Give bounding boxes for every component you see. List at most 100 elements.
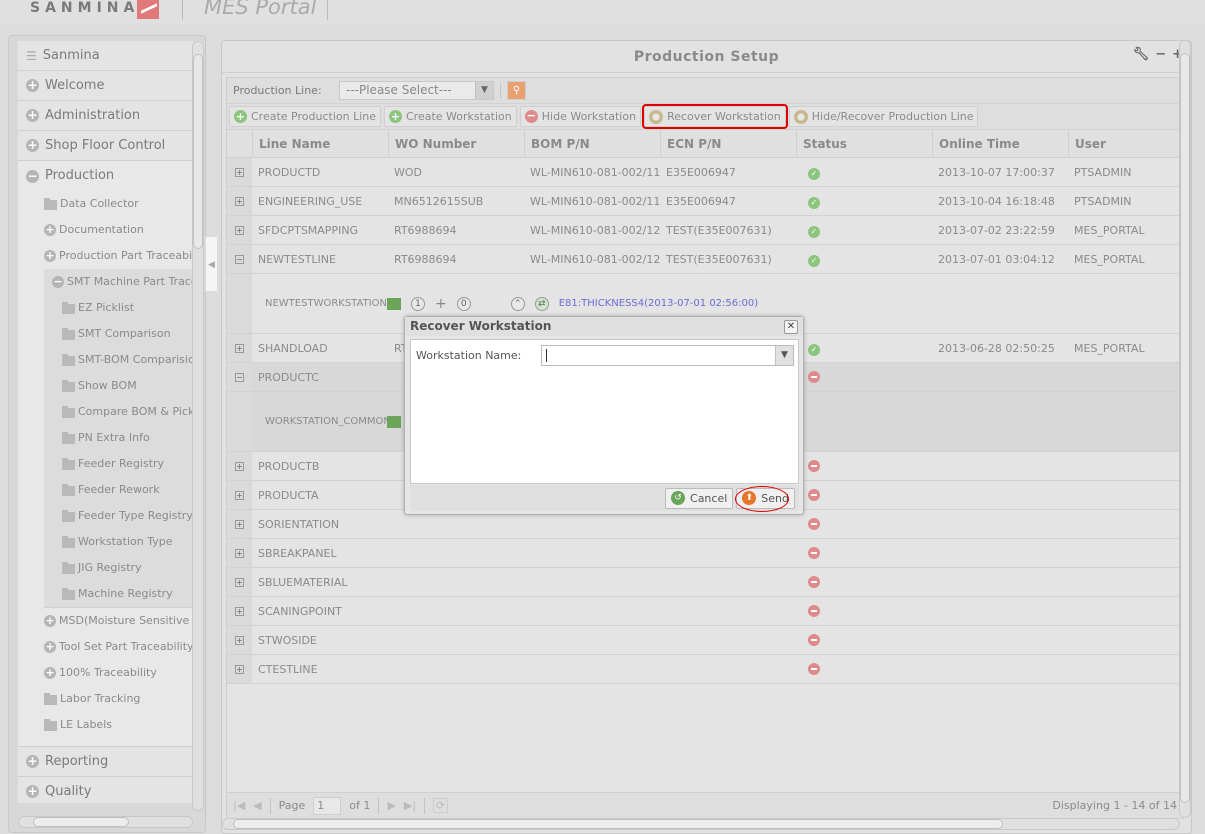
column-header-wo-number[interactable]: WO Number <box>388 130 524 157</box>
expand-icon[interactable]: + <box>235 197 244 206</box>
page-number-input[interactable]: 1 <box>313 796 342 815</box>
expander-cell[interactable]: + <box>227 539 252 567</box>
sidebar-section-shop-floor-control[interactable]: + Shop Floor Control <box>18 131 193 161</box>
first-page-icon[interactable]: |◀ <box>233 799 245 812</box>
sidebar-section-production[interactable]: − Production <box>18 161 193 191</box>
sidebar-section-administration[interactable]: + Administration <box>18 101 193 131</box>
table-row[interactable]: + STWOSIDE <box>227 626 1183 655</box>
refresh-icon[interactable]: ⟳ <box>433 798 449 813</box>
sidebar-item-tool-set-part-traceability[interactable]: + Tool Set Part Traceability <box>18 634 193 660</box>
create-production-line-button[interactable]: + Create Production Line <box>229 106 381 127</box>
column-header-online-time[interactable]: Online Time <box>932 130 1068 157</box>
expand-icon[interactable]: + <box>235 578 244 587</box>
sidebar-vertical-scrollbar[interactable] <box>192 41 204 811</box>
expand-icon[interactable]: + <box>235 226 244 235</box>
sidebar-item-labor-tracking[interactable]: Labor Tracking <box>18 686 193 712</box>
search-button[interactable]: ⚲ <box>507 81 526 100</box>
prev-page-icon[interactable]: ◀ <box>253 799 261 812</box>
recover-workstation-button[interactable]: Recover Workstation <box>642 104 788 129</box>
expand-icon[interactable]: + <box>235 462 244 471</box>
expander-cell[interactable]: + <box>227 597 252 625</box>
expander-cell[interactable]: + <box>227 510 252 538</box>
column-header-bom-p-n[interactable]: BOM P/N <box>524 130 660 157</box>
hide-recover-production-line-button[interactable]: Hide/Recover Production Line <box>788 106 979 127</box>
column-header-line-name[interactable]: Line Name <box>252 130 388 157</box>
table-row[interactable]: − NEWTESTLINE RT6988694 WL-MIN610-081-002/1… <box>227 245 1183 274</box>
table-row[interactable]: + SCANINGPOINT <box>227 597 1183 626</box>
sidebar-item-workstation-type[interactable]: Workstation Type <box>44 529 193 555</box>
table-row[interactable]: + SFDCPTSMAPPING RT6988694 WL-MIN610-081-00… <box>227 216 1183 245</box>
workstation-tree-icon[interactable] <box>387 297 401 310</box>
main-horizontal-scrollbar[interactable] <box>222 818 1180 830</box>
sidebar-item-jig-registry[interactable]: JIG Registry <box>44 555 193 581</box>
expander-cell[interactable]: + <box>227 452 252 480</box>
collapse-icon[interactable]: − <box>235 373 244 382</box>
sidebar-horizontal-scrollbar[interactable] <box>18 816 193 828</box>
sidebar-item-100-traceability[interactable]: +100% Traceability <box>18 660 193 686</box>
expander-cell[interactable]: − <box>227 363 252 391</box>
scrollbar-thumb[interactable] <box>193 54 203 249</box>
chevron-down-icon[interactable]: ▼ <box>475 82 493 99</box>
next-page-icon[interactable]: ▶ <box>387 799 395 812</box>
create-workstation-button[interactable]: + Create Workstation <box>384 106 517 127</box>
expander-cell[interactable]: + <box>227 568 252 596</box>
production-line-select[interactable]: ---Please Select--- ▼ <box>339 81 494 100</box>
wrench-icon[interactable]: 🔧︎ <box>1133 47 1150 62</box>
sidebar-item-compare-bom-picklist[interactable]: Compare BOM & Picklist <box>44 399 193 425</box>
sidebar-item-smt-machine-part-traceability[interactable]: −SMT Machine Part Traceability <box>44 269 193 295</box>
expander-cell[interactable]: + <box>227 158 252 186</box>
sidebar-item-show-bom[interactable]: Show BOM <box>44 373 193 399</box>
move-up-icon[interactable]: ⌃ <box>510 296 525 311</box>
expand-icon[interactable]: + <box>235 491 244 500</box>
sidebar-item-production-part-traceability[interactable]: +Production Part Traceability <box>18 243 193 269</box>
collapse-sidebar-handle[interactable]: ◀ <box>205 236 218 292</box>
column-header-status[interactable]: Status <box>796 130 932 157</box>
column-header-user[interactable]: User <box>1068 130 1183 157</box>
expand-icon[interactable]: + <box>235 344 244 353</box>
sidebar-item-data-collector[interactable]: Data Collector <box>18 191 193 217</box>
expand-icon[interactable]: + <box>235 665 244 674</box>
column-header-ecn-p-n[interactable]: ECN P/N <box>660 130 796 157</box>
table-row[interactable]: + PRODUCTD WOD WL-MIN610-081-002/11 E35E0069… <box>227 158 1183 187</box>
sidebar-item-pn-extra-info[interactable]: PN Extra Info <box>44 425 193 451</box>
cancel-button[interactable]: ↺ Cancel <box>665 487 734 509</box>
expander-cell[interactable]: − <box>227 245 252 273</box>
sidebar-item-feeder-type-registry[interactable]: Feeder Type Registry <box>44 503 193 529</box>
sidebar-section-reporting[interactable]: + Reporting <box>18 747 193 777</box>
expander-cell[interactable]: + <box>227 626 252 654</box>
expander-cell[interactable]: + <box>227 481 252 509</box>
workstation-name-combobox[interactable]: ▼ <box>541 345 794 366</box>
table-row[interactable]: + SBREAKPANEL <box>227 539 1183 568</box>
expander-cell[interactable]: + <box>227 216 252 244</box>
table-row[interactable]: + ENGINEERING_USE MN6512615SUB WL-MIN610-08… <box>227 187 1183 216</box>
sidebar-item-smt-bom-comparision[interactable]: SMT-BOM Comparision <box>44 347 193 373</box>
plus-icon[interactable]: + <box>435 296 447 312</box>
minimize-icon[interactable]: − <box>1155 47 1166 62</box>
scrollbar-thumb[interactable] <box>33 817 129 827</box>
workstation-tree-icon[interactable] <box>387 415 401 428</box>
collapse-icon[interactable]: − <box>235 255 244 264</box>
sidebar-item-documentation[interactable]: + Documentation <box>18 217 193 243</box>
expand-icon[interactable]: + <box>235 636 244 645</box>
sidebar-item-msd-moisture-sensitive-devices[interactable]: +MSD(Moisture Sensitive Devices) <box>18 608 193 634</box>
expander-cell[interactable]: + <box>227 187 252 215</box>
last-page-icon[interactable]: ▶| <box>404 799 416 812</box>
sidebar-item-smt-comparison[interactable]: SMT Comparison <box>44 321 193 347</box>
sidebar-section-quality[interactable]: + Quality <box>18 777 193 803</box>
switch-icon[interactable]: ⇄ <box>534 296 549 311</box>
expand-icon[interactable]: + <box>235 168 244 177</box>
sidebar-item-feeder-rework[interactable]: Feeder Rework <box>44 477 193 503</box>
expand-icon[interactable]: + <box>235 520 244 529</box>
expander-cell[interactable]: + <box>227 655 252 683</box>
close-icon[interactable]: ✕ <box>784 320 798 334</box>
table-row[interactable]: + SBLUEMATERIAL <box>227 568 1183 597</box>
sidebar-item-le-labels[interactable]: LE Labels <box>18 712 193 738</box>
expander-cell[interactable]: + <box>227 334 252 362</box>
expand-icon[interactable]: + <box>235 549 244 558</box>
scrollbar-thumb[interactable] <box>233 819 1003 829</box>
send-button[interactable]: ⬆ Send <box>735 485 795 512</box>
main-vertical-scrollbar[interactable] <box>1179 40 1191 818</box>
sidebar-item-machine-registry[interactable]: Machine Registry <box>44 581 193 607</box>
expand-icon[interactable]: + <box>235 607 244 616</box>
sidebar-item-ez-picklist[interactable]: EZ Picklist <box>44 295 193 321</box>
